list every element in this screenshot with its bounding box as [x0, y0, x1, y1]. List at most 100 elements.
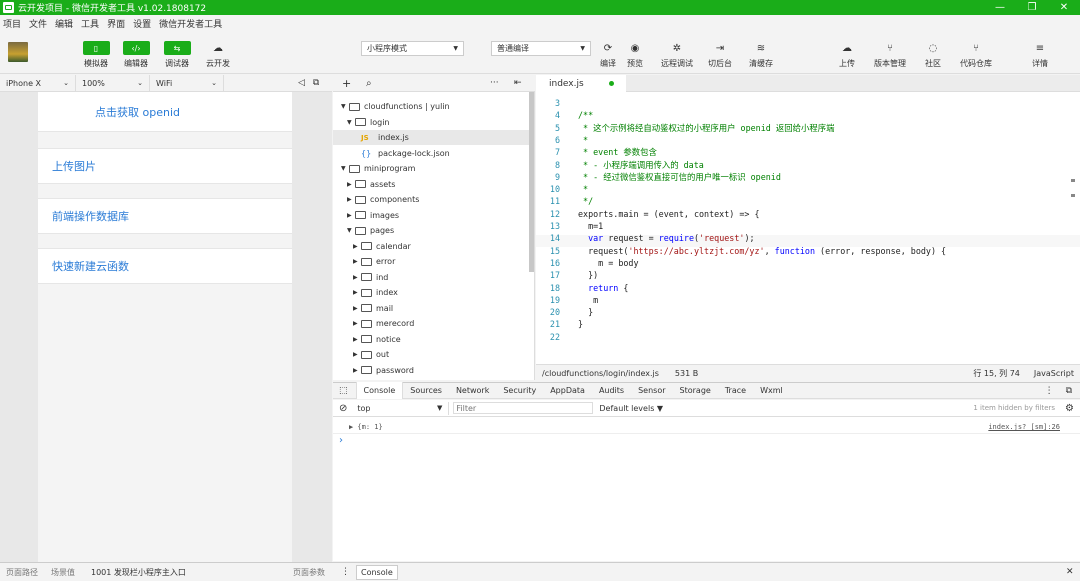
- menu-settings[interactable]: 设置: [133, 17, 151, 30]
- menu-tools[interactable]: 工具: [81, 17, 99, 30]
- close-icon[interactable]: ✕: [1066, 567, 1074, 577]
- debugger-button[interactable]: ⇆ 调试器: [155, 41, 199, 69]
- tree-item[interactable]: ▼ login: [333, 115, 529, 130]
- tree-item[interactable]: ▼ cloudfunctions | yulin: [333, 99, 529, 114]
- zoom-select[interactable]: 100% ⌄: [76, 75, 150, 91]
- tab-sources[interactable]: Sources: [403, 382, 449, 399]
- console-prompt[interactable]: ›: [339, 435, 343, 446]
- scene-label[interactable]: 场景值: [51, 567, 75, 578]
- tree-item[interactable]: ▶ assets: [333, 177, 529, 192]
- tree-item[interactable]: ▶ notice: [333, 332, 529, 347]
- tree-item[interactable]: ▼ miniprogram: [333, 161, 529, 176]
- tab-sensor[interactable]: Sensor: [631, 382, 672, 399]
- line-number: 13: [549, 221, 560, 231]
- cloud-dev-button[interactable]: ☁ 云开发: [196, 41, 240, 69]
- version-button[interactable]: ⑂ 版本管理: [868, 41, 912, 69]
- maximize-button[interactable]: ❐: [1016, 2, 1048, 13]
- tree-item[interactable]: ▶ ind: [333, 270, 529, 285]
- database-item[interactable]: 前端操作数据库: [38, 198, 292, 234]
- new-cloud-function-item[interactable]: 快速新建云函数: [38, 248, 292, 284]
- repo-button[interactable]: ⑂ 代码仓库: [954, 41, 998, 69]
- details-button[interactable]: ≡ 详情: [1018, 41, 1062, 69]
- more-vertical-icon[interactable]: ⋮: [341, 567, 350, 577]
- code-editor[interactable]: 3 4/** 5 * 这个示例将经自动鉴权过的小程序用户 openid 返回给小程序…: [536, 92, 1080, 364]
- page-path-label[interactable]: 页面路径: [6, 567, 38, 578]
- tree-item-label: out: [376, 350, 390, 359]
- mode-select[interactable]: 小程序模式 ▼: [361, 41, 464, 56]
- caret-down-icon: ▼: [341, 165, 346, 172]
- inspect-icon[interactable]: ⬚: [339, 386, 348, 396]
- menu-file[interactable]: 文件: [29, 17, 47, 30]
- upload-image-item[interactable]: 上传图片: [38, 148, 292, 184]
- caret-right-icon: ▶: [353, 289, 358, 296]
- menu-edit[interactable]: 编辑: [55, 17, 73, 30]
- search-icon[interactable]: ⌕: [366, 78, 372, 89]
- clear-console-icon[interactable]: ⊘: [339, 403, 347, 414]
- close-button[interactable]: ✕: [1048, 2, 1080, 13]
- menu-project[interactable]: 项目: [3, 17, 21, 30]
- tree-item[interactable]: ▶ error: [333, 254, 529, 269]
- tree-item[interactable]: JS index.js: [333, 130, 529, 145]
- tree-item[interactable]: ▶ out: [333, 347, 529, 362]
- cursor-position[interactable]: 行 15, 列 74: [973, 368, 1020, 379]
- phone-screen: 点击获取 openid 上传图片 前端操作数据库 快速新建云函数: [38, 92, 292, 562]
- menu-devtools[interactable]: 微信开发者工具: [159, 17, 222, 30]
- compile-select[interactable]: 普通编译 ▼: [491, 41, 591, 56]
- gear-icon[interactable]: ⚙: [1065, 403, 1074, 414]
- tab-storage[interactable]: Storage: [673, 382, 718, 399]
- log-text[interactable]: ▶ {m: 1}: [349, 423, 383, 431]
- avatar[interactable]: [8, 42, 28, 62]
- tab-network[interactable]: Network: [449, 382, 496, 399]
- menu-view[interactable]: 界面: [107, 17, 125, 30]
- community-button[interactable]: ◌ 社区: [911, 41, 955, 69]
- detach-window-icon[interactable]: ⧉: [313, 78, 319, 88]
- log-levels-select[interactable]: Default levels ▼: [599, 404, 663, 413]
- page-params-label[interactable]: 页面参数: [293, 567, 325, 578]
- tree-item-label: error: [376, 257, 396, 266]
- tree-item[interactable]: ▶ components: [333, 192, 529, 207]
- console-filter-input[interactable]: [453, 402, 594, 414]
- tab-appdata[interactable]: AppData: [543, 382, 592, 399]
- tab-wxml[interactable]: Wxml: [753, 382, 790, 399]
- tree-item[interactable]: ▶ password: [333, 363, 529, 378]
- clear-cache-button[interactable]: ≋ 清缓存: [739, 41, 783, 69]
- volume-icon[interactable]: ◁: [298, 78, 305, 88]
- tab-console[interactable]: Console: [355, 382, 404, 399]
- file-tree-scrollbar[interactable]: [529, 92, 534, 272]
- background-button[interactable]: ⇥ 切后台: [698, 41, 742, 69]
- more-icon[interactable]: ···: [490, 78, 499, 88]
- remote-debug-button[interactable]: ✲ 远程调试: [655, 41, 699, 69]
- console-drawer-tab[interactable]: Console: [356, 565, 398, 580]
- context-select[interactable]: top ▼: [357, 401, 450, 415]
- add-icon[interactable]: +: [342, 77, 351, 90]
- tree-item[interactable]: ▶ calendar: [333, 239, 529, 254]
- line-number: 20: [549, 307, 560, 318]
- minimize-button[interactable]: —: [984, 2, 1016, 13]
- device-select[interactable]: iPhone X ⌄: [0, 75, 76, 91]
- preview-button[interactable]: ◉ 预览: [613, 41, 657, 69]
- simulator-button[interactable]: ▯ 模拟器: [74, 41, 118, 69]
- device-bar: iPhone X ⌄ 100% ⌄ WiFi ⌄ ◁ ⧉: [0, 75, 332, 92]
- tree-item[interactable]: ▶ mail: [333, 301, 529, 316]
- network-select[interactable]: WiFi ⌄: [150, 75, 224, 91]
- tree-item[interactable]: ▶ merecord: [333, 316, 529, 331]
- tab-index-js[interactable]: index.js: [536, 75, 626, 92]
- tree-item[interactable]: ▼ pages: [333, 223, 529, 238]
- tree-item[interactable]: {} package-lock.json: [333, 146, 529, 161]
- collapse-icon[interactable]: ⇤: [514, 78, 522, 88]
- get-openid-item[interactable]: 点击获取 openid: [38, 92, 292, 132]
- upload-button[interactable]: ☁ 上传: [825, 41, 869, 69]
- more-vertical-icon[interactable]: ⋮: [1045, 386, 1054, 396]
- code-line: 14 var request = require('request');: [536, 232, 1080, 244]
- language-mode[interactable]: JavaScript: [1034, 369, 1074, 378]
- tree-item[interactable]: ▶ images: [333, 208, 529, 223]
- code-line: 22: [536, 331, 1080, 343]
- dock-icon[interactable]: ⧉: [1066, 386, 1072, 396]
- tab-security[interactable]: Security: [496, 382, 543, 399]
- tree-item[interactable]: ▶ index: [333, 285, 529, 300]
- console-output[interactable]: ▶ {m: 1} index.js? [sm]:26 ›: [333, 417, 1080, 561]
- tab-audits[interactable]: Audits: [592, 382, 631, 399]
- log-source-link[interactable]: index.js? [sm]:26: [988, 423, 1060, 431]
- editor-button[interactable]: ‹/› 编辑器: [114, 41, 158, 69]
- tab-trace[interactable]: Trace: [718, 382, 753, 399]
